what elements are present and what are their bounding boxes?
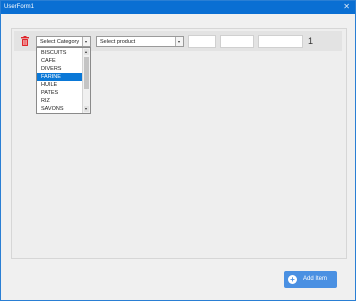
add-item-button[interactable]: + Add Item: [284, 271, 337, 288]
list-item[interactable]: BISCUITS: [37, 49, 83, 57]
close-icon[interactable]: ✕: [343, 3, 350, 11]
trash-icon[interactable]: [21, 36, 29, 46]
chevron-down-icon[interactable]: [175, 37, 183, 46]
row-count: 1: [308, 36, 314, 46]
userform-window: UserForm1 ✕ Select Category Select produ…: [0, 0, 356, 301]
category-dropdown-list[interactable]: BISCUITS CAFE DIVERS FARINE HUILE PATES …: [36, 47, 91, 114]
price-field[interactable]: [220, 35, 254, 48]
list-item[interactable]: SAVONS: [37, 105, 83, 113]
total-field[interactable]: [258, 35, 303, 48]
product-select[interactable]: Select product: [96, 36, 184, 47]
scroll-down-icon[interactable]: [84, 106, 89, 112]
category-select-value: Select Category: [40, 39, 80, 45]
add-item-label: Add Item: [303, 276, 328, 282]
window-title: UserForm1: [4, 4, 35, 10]
list-item[interactable]: DIVERS: [37, 65, 83, 73]
dropdown-scrollbar[interactable]: [82, 48, 90, 113]
list-item[interactable]: HUILE: [37, 81, 83, 89]
title-bar[interactable]: UserForm1 ✕: [1, 1, 355, 14]
category-select[interactable]: Select Category: [36, 36, 91, 47]
scroll-up-icon[interactable]: [84, 49, 89, 55]
chevron-down-icon[interactable]: [82, 37, 90, 46]
product-select-value: Select product: [100, 39, 136, 45]
list-item[interactable]: RIZ: [37, 97, 83, 105]
quantity-field[interactable]: [188, 35, 216, 48]
list-item-selected[interactable]: FARINE: [37, 73, 83, 81]
list-item[interactable]: CAFE: [37, 57, 83, 65]
list-item[interactable]: PATES: [37, 89, 83, 97]
scroll-thumb[interactable]: [84, 57, 89, 89]
plus-icon: +: [288, 275, 297, 284]
